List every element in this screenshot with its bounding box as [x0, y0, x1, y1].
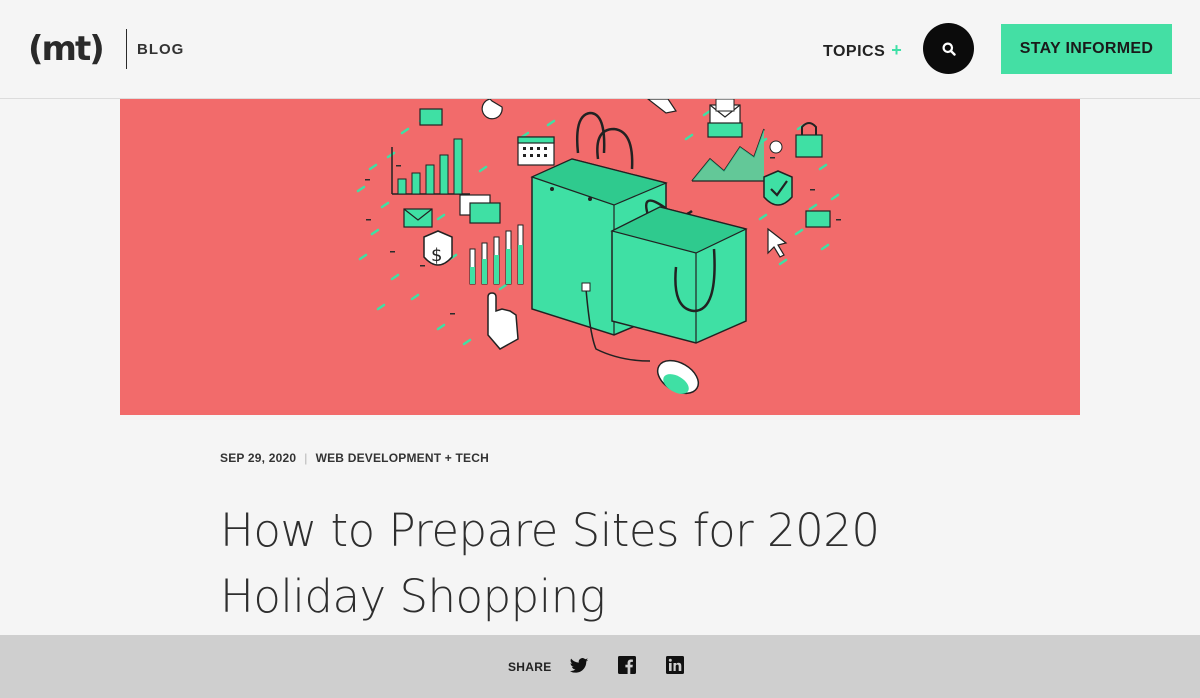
topics-label: TOPICS — [823, 43, 886, 60]
title-line-2: Holiday Shopping — [220, 570, 606, 623]
linkedin-icon[interactable] — [666, 656, 686, 676]
title-line-1: How to Prepare Sites for 2020 — [220, 504, 880, 557]
search-button[interactable] — [923, 23, 974, 74]
article-meta: SEP 29, 2020 | WEB DEVELOPMENT + TECH — [220, 451, 489, 465]
twitter-icon[interactable] — [569, 656, 589, 676]
plus-icon: + — [891, 40, 903, 60]
hero-image: $ — [120, 99, 1080, 415]
site-header: (mt) BLOG TOPICS + STAY INFORMED — [0, 0, 1200, 99]
shopping-bags-illustration: $ — [356, 99, 841, 395]
stay-informed-button[interactable]: STAY INFORMED — [1001, 24, 1172, 74]
site-logo[interactable]: (mt) — [28, 30, 105, 68]
article-title: How to Prepare Sites for 2020 Holiday Sh… — [220, 498, 920, 630]
share-bar: SHARE — [0, 635, 1200, 698]
category-link[interactable]: WEB DEVELOPMENT + TECH — [316, 451, 489, 465]
topics-menu[interactable]: TOPICS + — [823, 40, 902, 61]
search-icon — [942, 42, 956, 56]
facebook-icon[interactable] — [618, 656, 638, 676]
share-label: SHARE — [508, 660, 552, 674]
svg-text:$: $ — [431, 245, 442, 266]
blog-label[interactable]: BLOG — [137, 41, 184, 58]
meta-separator: | — [304, 451, 308, 465]
publish-date: SEP 29, 2020 — [220, 451, 297, 465]
logo-divider — [126, 29, 127, 69]
